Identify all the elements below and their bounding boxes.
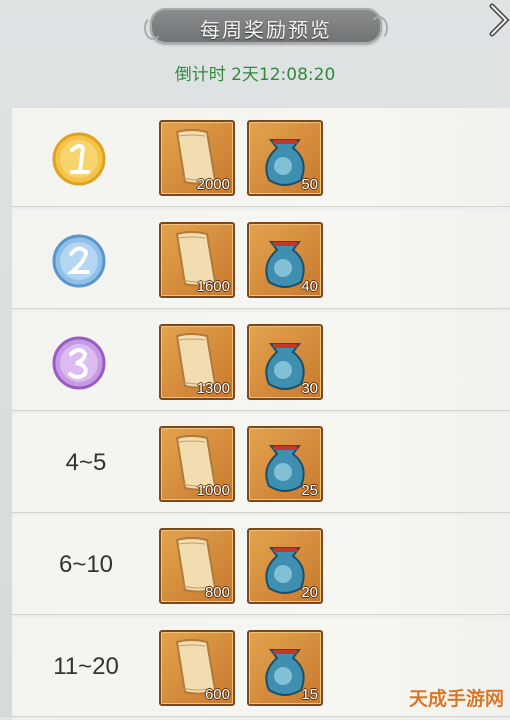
item-count: 2000: [196, 176, 230, 193]
rank-2-medal-icon: 2: [50, 232, 108, 290]
reward-row-2: 2 1600 40: [12, 210, 510, 309]
reward-item-pouch[interactable]: 20: [247, 528, 323, 604]
item-count: 800: [204, 584, 230, 601]
reward-item-pouch[interactable]: 15: [247, 630, 323, 706]
page-title: 每周奖励预览: [200, 18, 332, 42]
reward-item-pouch[interactable]: 25: [247, 426, 323, 502]
watermark: 天成手游网: [408, 688, 504, 710]
reward-item-scroll[interactable]: 600: [159, 630, 235, 706]
reward-item-scroll[interactable]: 2000: [159, 120, 235, 196]
item-count: 25: [301, 482, 318, 499]
rank-range-label: 4~5: [65, 449, 107, 476]
close-icon[interactable]: [484, 0, 510, 42]
reward-row-3: 3 1300 30: [12, 312, 510, 411]
rank-3-medal-icon: 3: [50, 334, 108, 392]
countdown-timer: 倒计时 2天12:08:20: [174, 65, 336, 85]
item-count: 20: [301, 584, 318, 601]
reward-row-1: 1 2000 50: [12, 108, 510, 207]
rank-range-label: 11~20: [53, 653, 119, 680]
item-count: 600: [204, 686, 230, 703]
item-count: 1300: [196, 380, 230, 397]
item-count: 15: [301, 686, 318, 703]
item-count: 30: [301, 380, 318, 397]
item-count: 1000: [196, 482, 230, 499]
title-banner: 每周奖励预览: [144, 8, 388, 44]
reward-item-scroll[interactable]: 1000: [159, 426, 235, 502]
item-count: 50: [301, 176, 318, 193]
rank-1-medal-icon: 1: [50, 130, 108, 188]
reward-row-4: 4~5 1000 25: [12, 414, 510, 513]
reward-list: 1 2000 50 2 1600 40: [12, 108, 510, 720]
reward-row-5: 6~10 800 20: [12, 516, 510, 615]
rank-range-label: 6~10: [58, 551, 114, 578]
reward-item-pouch[interactable]: 30: [247, 324, 323, 400]
reward-item-pouch[interactable]: 40: [247, 222, 323, 298]
reward-item-scroll[interactable]: 1600: [159, 222, 235, 298]
item-count: 40: [301, 278, 318, 295]
item-count: 1600: [196, 278, 230, 295]
reward-item-scroll[interactable]: 800: [159, 528, 235, 604]
reward-item-pouch[interactable]: 50: [247, 120, 323, 196]
reward-item-scroll[interactable]: 1300: [159, 324, 235, 400]
